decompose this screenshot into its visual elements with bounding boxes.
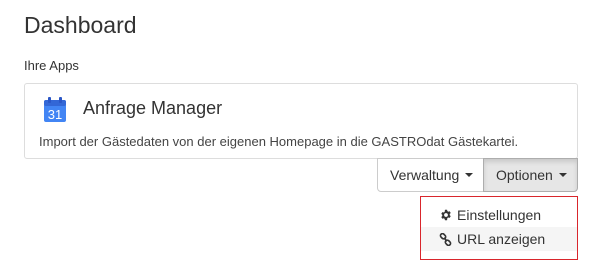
link-icon <box>439 232 452 246</box>
app-card-anfrage-manager: 31 Anfrage Manager Import der Gästedaten… <box>24 83 578 159</box>
gear-icon <box>439 209 452 222</box>
calendar-icon: 31 <box>43 97 67 123</box>
menu-item-settings-label: Einstellungen <box>457 207 542 223</box>
app-title: Anfrage Manager <box>83 98 223 118</box>
menu-item-show-url[interactable]: URL anzeigen <box>421 227 577 251</box>
menu-item-settings[interactable]: Einstellungen <box>421 203 577 227</box>
caret-down-icon <box>558 173 567 177</box>
apps-section-label: Ihre Apps <box>24 58 79 73</box>
manage-button-label: Verwaltung <box>390 167 460 183</box>
calendar-icon-day: 31 <box>48 107 62 122</box>
menu-item-show-url-label: URL anzeigen <box>457 231 546 247</box>
manage-dropdown-button[interactable]: Verwaltung <box>377 158 484 192</box>
page-title: Dashboard <box>24 12 137 38</box>
options-dropdown-menu: Einstellungen URL anzeigen <box>420 196 578 260</box>
caret-down-icon <box>465 173 474 177</box>
options-dropdown-button[interactable]: Optionen <box>483 158 578 192</box>
options-button-label: Optionen <box>496 167 553 183</box>
app-description: Import der Gästedaten von der eigenen Ho… <box>39 134 519 149</box>
